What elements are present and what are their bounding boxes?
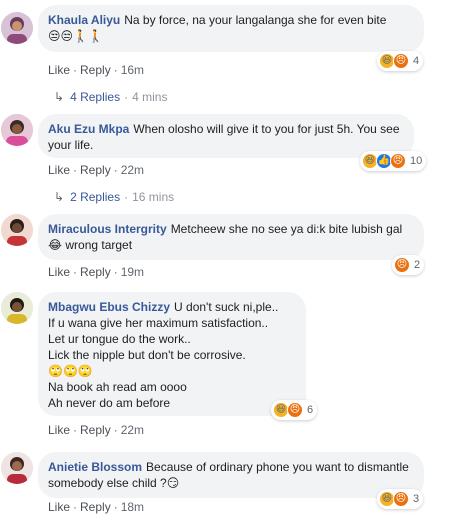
avatar[interactable] <box>1 12 33 44</box>
comment-line: If u wana give her maximum satisfaction.… <box>48 316 269 330</box>
comment-bubble: Mbagwu Ebus Chizzy U don't suck ni,ple.. … <box>38 292 306 416</box>
replies-count[interactable]: 2 Replies <box>70 190 120 204</box>
reaction-count: 6 <box>307 404 314 416</box>
avatar[interactable] <box>1 114 33 146</box>
view-replies[interactable]: ↳ 2 Replies · 16 mins <box>54 190 174 204</box>
comment-author[interactable]: Mbagwu Ebus Chizzy <box>48 300 170 314</box>
angry-reaction-icon: 😠 <box>393 53 409 69</box>
reply-link[interactable]: Reply <box>80 423 111 437</box>
avatar-image-icon <box>1 292 33 324</box>
comment-bubble: Miraculous Intergrity Metcheew she no see… <box>38 214 424 260</box>
comment-actions: Like · Reply · 16m <box>48 63 145 77</box>
avatar-image-icon <box>1 12 33 44</box>
reaction-summary[interactable]: 😆 😠 4 <box>377 51 424 71</box>
reaction-count: 4 <box>413 55 420 67</box>
comment-author[interactable]: Aku Ezu Mkpa <box>48 122 129 136</box>
reply-link[interactable]: Reply <box>80 63 111 77</box>
comment-time[interactable]: 18m <box>121 500 144 514</box>
avatar[interactable] <box>1 292 33 324</box>
view-replies[interactable]: ↳ 4 Replies · 4 mins <box>54 90 167 104</box>
reaction-summary[interactable]: 😆 👍 😠 10 <box>360 151 427 171</box>
reaction-count: 2 <box>414 259 421 271</box>
comment-line: Na book ah read am oooo <box>48 380 187 394</box>
avatar-image-icon <box>1 214 33 246</box>
comment-author[interactable]: Khaula Aliyu <box>48 13 120 27</box>
like-link[interactable]: Like <box>48 163 70 177</box>
reply-link[interactable]: Reply <box>80 265 111 279</box>
comment-bubble: Aku Ezu Mkpa When olosho will give it to … <box>38 114 414 158</box>
angry-reaction-icon: 😠 <box>287 402 303 418</box>
reply-link[interactable]: Reply <box>80 163 111 177</box>
reaction-count: 3 <box>413 493 420 505</box>
comment-text: U don't suck ni,ple.. <box>174 300 279 314</box>
reaction-summary[interactable]: 😆 😠 6 <box>271 400 318 420</box>
angry-reaction-icon: 😠 <box>394 257 410 273</box>
comment-time[interactable]: 22m <box>121 163 144 177</box>
reply-link[interactable]: Reply <box>80 500 111 514</box>
avatar-image-icon <box>1 452 33 484</box>
comment-line: Lick the nipple but don't be corrosive. <box>48 348 246 362</box>
replies-count[interactable]: 4 Replies <box>70 90 120 104</box>
reaction-summary[interactable]: 😆 😠 3 <box>377 489 424 509</box>
comment-emoji: 😒😒🚶🚶 <box>48 29 103 43</box>
replies-time: 4 mins <box>132 90 168 104</box>
comment-actions: Like · Reply · 22m <box>48 163 145 177</box>
reaction-count: 10 <box>410 155 423 167</box>
reply-arrow-icon: ↳ <box>54 90 65 104</box>
reaction-summary[interactable]: 😠 2 <box>392 255 425 275</box>
like-link[interactable]: Like <box>48 265 70 279</box>
comment-time[interactable]: 19m <box>121 265 144 279</box>
replies-time: 16 mins <box>132 190 175 204</box>
avatar[interactable] <box>1 452 33 484</box>
like-link[interactable]: Like <box>48 63 70 77</box>
comment-author[interactable]: Miraculous Intergrity <box>48 222 167 236</box>
angry-reaction-icon: 😠 <box>393 491 409 507</box>
comment-line: Ah never do am before <box>48 396 171 410</box>
comment-bubble: Khaula Aliyu Na by force, na your langala… <box>38 5 424 52</box>
comment-text: Na by force, na your langalanga she for … <box>124 13 387 27</box>
comment-line: Let ur tongue do the work.. <box>48 332 191 346</box>
like-link[interactable]: Like <box>48 500 70 514</box>
avatar[interactable] <box>1 214 33 246</box>
comment-actions: Like · Reply · 22m <box>48 423 145 437</box>
comment-actions: Like · Reply · 19m <box>48 265 145 279</box>
comment-author[interactable]: Anietie Blossom <box>48 460 142 474</box>
avatar-image-icon <box>1 114 33 146</box>
comment-actions: Like · Reply · 18m <box>48 500 145 514</box>
comment-bubble: Anietie Blossom Because of ordinary phone… <box>38 452 424 498</box>
like-link[interactable]: Like <box>48 423 70 437</box>
comment-time[interactable]: 16m <box>121 63 144 77</box>
angry-reaction-icon: 😠 <box>390 153 406 169</box>
comment-line: 🙄🙄🙄 <box>48 364 93 378</box>
reply-arrow-icon: ↳ <box>54 190 65 204</box>
comment-time[interactable]: 22m <box>121 423 144 437</box>
